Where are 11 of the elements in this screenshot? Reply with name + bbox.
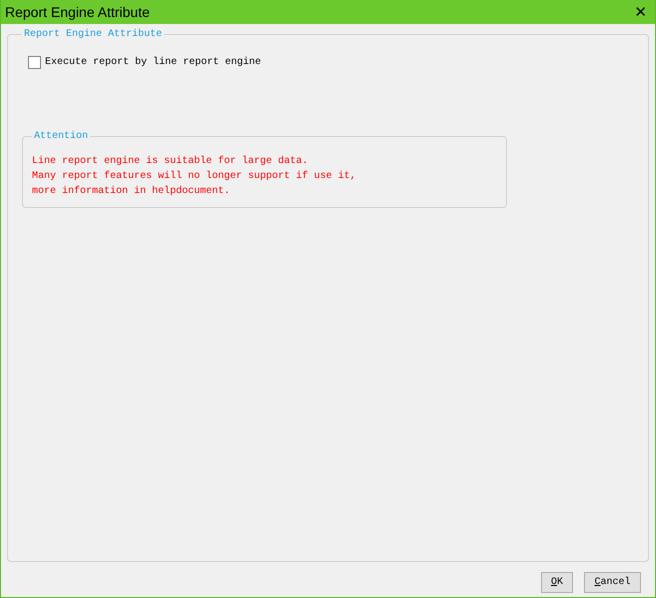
attention-text: more information in helpdocument.	[32, 184, 232, 199]
cancel-button[interactable]: Cancel	[584, 572, 641, 593]
close-button[interactable]: ✕	[634, 3, 647, 21]
checkbox[interactable]	[28, 56, 41, 69]
attention-title: Attention	[33, 131, 90, 142]
ok-button[interactable]: OK	[541, 572, 573, 593]
checkbox-label[interactable]: Execute report by line report engine	[45, 57, 262, 68]
group-title: Report Engine Attribute	[23, 29, 164, 40]
attention-text: Line report engine is suitable for large data.	[32, 154, 310, 169]
attention-text: Many report features will no longer support if use it,	[32, 170, 358, 184]
window-title: Report Engine Attribute	[5, 4, 150, 20]
